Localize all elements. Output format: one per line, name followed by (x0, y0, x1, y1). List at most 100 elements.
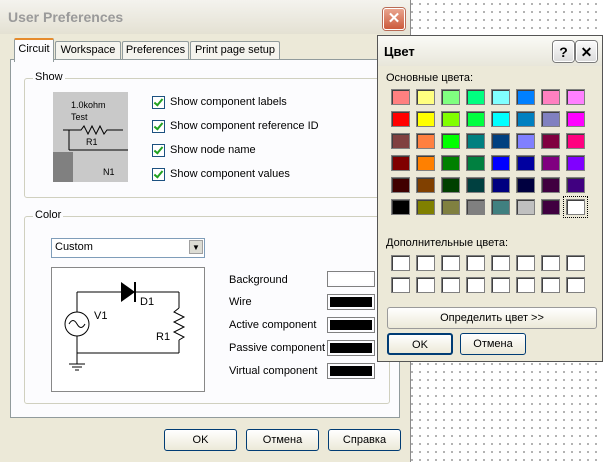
color-cancel-button[interactable]: Отмена (460, 333, 526, 355)
help-button[interactable]: Справка (328, 429, 401, 451)
custom-color-cell[interactable] (491, 255, 510, 271)
basic-color-cell[interactable] (541, 89, 560, 105)
background-color-swatch[interactable] (327, 271, 375, 287)
virtual-component-color-fill (330, 366, 372, 376)
basic-color-cell[interactable] (491, 177, 510, 193)
wire-color-swatch[interactable] (327, 294, 375, 310)
color-dialog-title: Цвет (384, 44, 415, 59)
custom-color-cell[interactable] (541, 255, 560, 271)
define-custom-color-button[interactable]: Определить цвет >> (387, 307, 597, 329)
basic-color-cell[interactable] (563, 196, 588, 218)
tab-workspace[interactable]: Workspace (55, 41, 121, 60)
show-reference-id-label: Show component reference ID (170, 120, 319, 132)
basic-color-cell[interactable] (516, 89, 535, 105)
ok-button[interactable]: OK (164, 429, 237, 451)
color-dialog: Цвет ? ✕ Основные цвета: Дополнительные … (377, 35, 603, 362)
basic-color-cell[interactable] (441, 133, 460, 149)
basic-color-cell[interactable] (416, 199, 435, 215)
tab-print-page-setup[interactable]: Print page setup (190, 41, 280, 60)
custom-color-cell[interactable] (391, 277, 410, 293)
show-values-label: Show component values (170, 168, 290, 180)
custom-color-cell[interactable] (416, 277, 435, 293)
custom-color-cell[interactable] (516, 277, 535, 293)
tab-circuit[interactable]: Circuit (14, 38, 54, 62)
window-title: User Preferences (8, 9, 124, 25)
show-labels-checkbox[interactable] (152, 96, 165, 109)
basic-color-cell[interactable] (466, 133, 485, 149)
custom-colors-label: Дополнительные цвета: (386, 237, 508, 249)
close-button[interactable]: ✕ (383, 8, 405, 30)
basic-color-cell[interactable] (391, 177, 410, 193)
basic-color-cell[interactable] (416, 155, 435, 171)
basic-color-cell[interactable] (566, 177, 585, 193)
basic-color-cell[interactable] (516, 199, 535, 215)
basic-color-cell[interactable] (541, 177, 560, 193)
basic-color-cell[interactable] (441, 155, 460, 171)
color-scheme-select[interactable]: Custom ▼ (51, 238, 205, 258)
basic-color-cell[interactable] (391, 155, 410, 171)
basic-color-cell[interactable] (566, 89, 585, 105)
basic-color-cell[interactable] (391, 111, 410, 127)
custom-color-cell[interactable] (516, 255, 535, 271)
color-ok-button[interactable]: OK (387, 333, 453, 355)
custom-color-cell[interactable] (416, 255, 435, 271)
basic-color-cell[interactable] (441, 111, 460, 127)
basic-color-cell[interactable] (491, 155, 510, 171)
basic-color-cell[interactable] (391, 89, 410, 105)
basic-color-cell[interactable] (516, 111, 535, 127)
custom-color-cell[interactable] (441, 277, 460, 293)
basic-color-cell[interactable] (516, 155, 535, 171)
basic-color-cell[interactable] (441, 199, 460, 215)
passive-component-color-swatch[interactable] (327, 340, 375, 356)
chevron-down-icon[interactable]: ▼ (189, 240, 203, 254)
color-dialog-title-bar[interactable]: Цвет ? ✕ (378, 36, 602, 66)
show-node-name-checkbox[interactable] (152, 144, 165, 157)
basic-color-cell[interactable] (466, 89, 485, 105)
basic-color-cell[interactable] (491, 133, 510, 149)
custom-color-cell[interactable] (566, 255, 585, 271)
custom-color-cell[interactable] (566, 277, 585, 293)
active-component-color-label: Active component (229, 319, 317, 331)
basic-color-cell[interactable] (391, 133, 410, 149)
schematic-r1-label: R1 (156, 331, 171, 343)
cancel-button[interactable]: Отмена (246, 429, 319, 451)
basic-color-cell[interactable] (416, 111, 435, 127)
basic-color-cell[interactable] (541, 155, 560, 171)
dialog-close-button[interactable]: ✕ (576, 41, 597, 62)
basic-color-cell[interactable] (541, 111, 560, 127)
close-icon: ✕ (580, 44, 593, 60)
basic-color-cell[interactable] (466, 111, 485, 127)
basic-color-cell[interactable] (491, 199, 510, 215)
title-bar[interactable]: User Preferences ✕ (0, 0, 410, 34)
basic-color-cell[interactable] (466, 155, 485, 171)
basic-color-cell[interactable] (516, 177, 535, 193)
basic-color-cell[interactable] (566, 155, 585, 171)
basic-color-cell[interactable] (466, 177, 485, 193)
basic-color-cell[interactable] (541, 133, 560, 149)
custom-color-cell[interactable] (441, 255, 460, 271)
basic-color-cell[interactable] (491, 89, 510, 105)
virtual-component-color-swatch[interactable] (327, 363, 375, 379)
custom-color-cell[interactable] (541, 277, 560, 293)
basic-color-cell[interactable] (441, 177, 460, 193)
tab-preferences[interactable]: Preferences (122, 41, 189, 60)
basic-color-cell[interactable] (441, 89, 460, 105)
custom-color-cell[interactable] (466, 255, 485, 271)
basic-color-cell[interactable] (541, 199, 560, 215)
basic-color-cell[interactable] (566, 111, 585, 127)
basic-color-cell[interactable] (391, 199, 410, 215)
basic-color-cell[interactable] (566, 133, 585, 149)
custom-color-cell[interactable] (466, 277, 485, 293)
show-values-checkbox[interactable] (152, 168, 165, 181)
basic-color-cell[interactable] (416, 89, 435, 105)
basic-color-cell[interactable] (466, 199, 485, 215)
show-reference-id-checkbox[interactable] (152, 120, 165, 133)
custom-color-cell[interactable] (491, 277, 510, 293)
active-component-color-swatch[interactable] (327, 317, 375, 333)
custom-color-cell[interactable] (391, 255, 410, 271)
help-icon[interactable]: ? (553, 41, 574, 62)
basic-color-cell[interactable] (516, 133, 535, 149)
basic-color-cell[interactable] (416, 177, 435, 193)
basic-color-cell[interactable] (491, 111, 510, 127)
basic-color-cell[interactable] (416, 133, 435, 149)
